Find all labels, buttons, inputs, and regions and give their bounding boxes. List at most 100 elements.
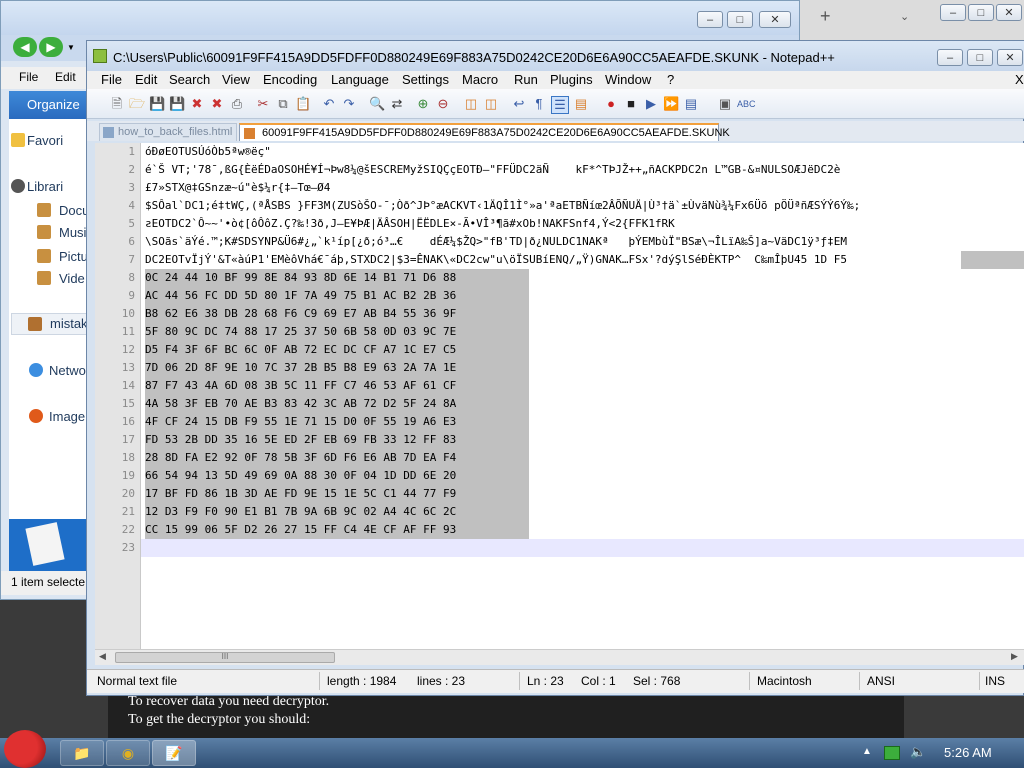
cut-icon[interactable]: ✂ <box>255 96 271 112</box>
explorer-close-button[interactable]: ✕ <box>759 11 791 28</box>
organize-button[interactable]: Organize <box>27 97 80 112</box>
new-file-icon[interactable]: 🗎 <box>109 96 125 112</box>
word-wrap-icon[interactable]: ↩ <box>511 96 527 112</box>
menu-macro[interactable]: Macro <box>462 72 498 87</box>
text-editor[interactable]: 1 2 3 4 5 6 7 8 9 10 11 12 13 14 15 16 17 18 19 20 21 22 23 óÐ… <box>95 143 1024 649</box>
save-all-icon[interactable]: 💾 <box>169 96 185 112</box>
close-all-icon[interactable]: ✖ <box>209 96 225 112</box>
minimize-button[interactable]: – <box>940 4 966 21</box>
npp-tabbar: how_to_back_files.html 60091F9FF415A9DD5… <box>87 121 1024 141</box>
window-title: C:\Users\Public\60091F9FF415A9DD5FDFF0D8… <box>113 50 835 65</box>
save-icon[interactable]: 💾 <box>149 96 165 112</box>
scroll-left-icon[interactable]: ◀ <box>99 651 106 662</box>
taskbar-explorer-button[interactable]: 📁 <box>60 740 104 766</box>
maximize-button[interactable]: □ <box>968 4 994 21</box>
npp-close-button[interactable]: ✕ <box>997 49 1023 66</box>
line-number-gutter: 1 2 3 4 5 6 7 8 9 10 11 12 13 14 15 16 17 18 19 20 21 22 23 <box>95 143 141 649</box>
show-all-chars-icon[interactable]: ¶ <box>531 96 547 112</box>
folder-icon <box>37 203 51 217</box>
close-document-button[interactable]: X <box>1015 72 1024 87</box>
nav-item-pictures[interactable]: Pictu <box>59 249 88 264</box>
sync-horizontal-icon[interactable]: ◫ <box>483 96 499 112</box>
print-icon[interactable]: ⎙ <box>229 96 245 112</box>
back-arrow-icon[interactable]: ◀ <box>13 37 37 57</box>
code-line: D5 F4 3F 6F BC 6C 0F AB 72 EC DC CF A7 1… <box>145 343 457 356</box>
npp-statusbar: Normal text file length : 1984 lines : 2… <box>87 669 1024 693</box>
chevron-down-icon[interactable]: ⌄ <box>900 10 909 23</box>
sync-vertical-icon[interactable]: ◫ <box>463 96 479 112</box>
spellcheck-icon[interactable]: ABC <box>737 96 756 112</box>
history-dropdown-icon[interactable]: ▼ <box>67 43 75 52</box>
explorer-minimize-button[interactable]: – <box>697 11 723 28</box>
code-line: £7»STX@‡GSnzæ~ú"è$¼r{‡—Tœ—Ø4 <box>145 181 331 194</box>
forward-arrow-icon[interactable]: ▶ <box>39 37 63 57</box>
undo-icon[interactable]: ↶ <box>321 96 337 112</box>
nav-item-network[interactable]: Netwo <box>49 363 86 378</box>
nav-item-documents[interactable]: Docu <box>59 203 89 218</box>
network-icon <box>29 363 43 377</box>
tab-how-to-back-files[interactable]: how_to_back_files.html <box>99 123 237 141</box>
taskbar-notepadpp-button[interactable]: 📝 <box>152 740 196 766</box>
explorer-maximize-button[interactable]: □ <box>727 11 753 28</box>
redo-icon[interactable]: ↷ <box>341 96 357 112</box>
tray-expand-icon[interactable]: ▲ <box>862 746 872 757</box>
browser-tabstrip: + ⌄ – □ ✕ <box>800 0 1024 40</box>
doc-map-icon[interactable]: ▤ <box>573 96 589 112</box>
network-tray-icon[interactable] <box>884 746 900 760</box>
zoom-out-icon[interactable]: ⊖ <box>435 96 451 112</box>
new-tab-button[interactable]: + <box>820 6 831 27</box>
nav-item-favorites[interactable]: Favori <box>27 133 63 148</box>
code-line: \SOãs`äÝé.™;K#SDSYNP&Ü6#¿„`k¹íp[¿ð;ó³…€ … <box>145 235 847 248</box>
explorer-menu-file[interactable]: File <box>19 70 38 84</box>
close-button[interactable]: ✕ <box>996 4 1022 21</box>
menu-window[interactable]: Window <box>605 72 651 87</box>
nav-item-music[interactable]: Musi <box>59 225 86 240</box>
npp-maximize-button[interactable]: □ <box>967 49 993 66</box>
line-number: 10 <box>121 307 135 320</box>
menu-encoding[interactable]: Encoding <box>263 72 317 87</box>
paste-icon[interactable]: 📋 <box>295 96 311 112</box>
status-separator <box>319 672 320 690</box>
start-button[interactable] <box>4 730 46 768</box>
menu-edit[interactable]: Edit <box>135 72 157 87</box>
nav-item-image[interactable]: Image <box>49 409 85 424</box>
play-macro-icon[interactable]: ▶ <box>643 96 659 112</box>
find-icon[interactable]: 🔍 <box>369 96 385 112</box>
library-icon <box>11 179 25 193</box>
menu-file[interactable]: File <box>101 72 122 87</box>
menu-settings[interactable]: Settings <box>402 72 449 87</box>
open-file-icon[interactable]: 🗁 <box>129 96 145 112</box>
menu-plugins[interactable]: Plugins <box>550 72 593 87</box>
copy-icon[interactable]: ⧉ <box>275 96 291 112</box>
record-macro-icon[interactable]: ● <box>603 96 619 112</box>
menu-search[interactable]: Search <box>169 72 210 87</box>
npp-toolbar: 🗎 🗁 💾 💾 ✖ ✖ ⎙ ✂ ⧉ 📋 ↶ ↷ 🔍 ⇄ ⊕ ⊖ ◫ ◫ ↩ ¶ … <box>87 89 1024 119</box>
horizontal-scrollbar[interactable]: ◀ III ▶ <box>95 649 1024 665</box>
run-macro-multiple-icon[interactable]: ⏩ <box>663 96 679 112</box>
code-line: 66 54 94 13 5D 49 69 0A 88 30 0F 04 1D D… <box>145 469 457 482</box>
nav-item-selected[interactable]: mistak <box>11 313 91 335</box>
scrollbar-thumb[interactable]: III <box>115 652 335 663</box>
plugin-icon[interactable]: ▣ <box>717 96 733 112</box>
npp-minimize-button[interactable]: – <box>937 49 963 66</box>
status-eol: Macintosh <box>757 674 812 688</box>
nav-item-libraries[interactable]: Librari <box>27 179 63 194</box>
tab-skunk-file[interactable]: 60091F9FF415A9DD5FDFF0D880249E69F883A75D… <box>239 123 730 141</box>
zoom-in-icon[interactable]: ⊕ <box>415 96 431 112</box>
stop-macro-icon[interactable]: ■ <box>623 96 639 112</box>
nav-item-videos[interactable]: Vide <box>59 271 85 286</box>
menu-run[interactable]: Run <box>514 72 538 87</box>
close-file-icon[interactable]: ✖ <box>189 96 205 112</box>
menu-help[interactable]: ? <box>667 72 674 87</box>
taskbar-chrome-button[interactable]: ◉ <box>106 740 150 766</box>
volume-icon[interactable]: 🔈 <box>910 744 926 760</box>
indent-guide-icon[interactable]: ☰ <box>551 96 569 114</box>
status-insert-mode: INS <box>985 674 1006 688</box>
menu-view[interactable]: View <box>222 72 250 87</box>
save-macro-icon[interactable]: ▤ <box>683 96 699 112</box>
explorer-menu-edit[interactable]: Edit <box>55 70 76 84</box>
taskbar-clock[interactable]: 5:26 AM <box>944 745 992 760</box>
replace-icon[interactable]: ⇄ <box>389 96 405 112</box>
scroll-right-icon[interactable]: ▶ <box>1011 651 1018 662</box>
menu-language[interactable]: Language <box>331 72 389 87</box>
